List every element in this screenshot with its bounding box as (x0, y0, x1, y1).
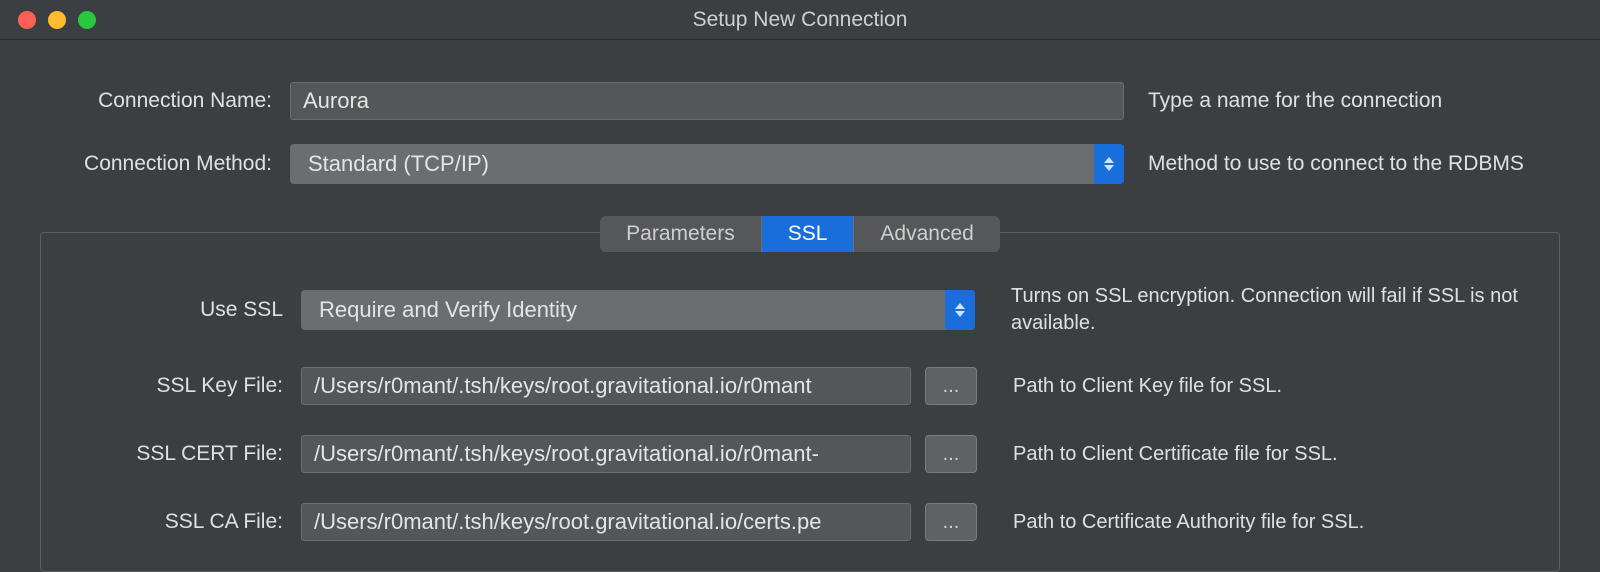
settings-tabs: Parameters SSL Advanced (600, 216, 1000, 252)
connection-method-label: Connection Method: (40, 152, 290, 176)
connection-name-row: Connection Name: Type a name for the con… (40, 82, 1560, 120)
ssl-cert-file-browse-button[interactable]: ... (925, 435, 977, 473)
use-ssl-select[interactable]: Require and Verify Identity (301, 290, 975, 330)
ssl-key-file-label: SSL Key File: (81, 374, 301, 398)
use-ssl-value: Require and Verify Identity (301, 297, 577, 323)
connection-method-hint: Method to use to connect to the RDBMS (1124, 152, 1560, 176)
connection-method-value: Standard (TCP/IP) (290, 151, 489, 177)
use-ssl-row: Use SSL Require and Verify Identity Turn… (81, 283, 1519, 337)
ssl-ca-file-row: SSL CA File: ... Path to Certificate Aut… (81, 503, 1519, 541)
connection-name-label: Connection Name: (40, 89, 290, 113)
connection-method-row: Connection Method: Standard (TCP/IP) Met… (40, 144, 1560, 184)
select-updown-icon (945, 290, 975, 330)
minimize-window-button[interactable] (48, 11, 66, 29)
ssl-ca-file-label: SSL CA File: (81, 510, 301, 534)
close-window-button[interactable] (18, 11, 36, 29)
use-ssl-label: Use SSL (81, 298, 301, 322)
ssl-ca-file-browse-button[interactable]: ... (925, 503, 977, 541)
ssl-cert-file-hint: Path to Client Certificate file for SSL. (977, 441, 1519, 468)
tab-advanced[interactable]: Advanced (854, 216, 999, 252)
window-title: Setup New Connection (693, 8, 908, 32)
title-bar: Setup New Connection (0, 0, 1600, 40)
ssl-key-file-input[interactable] (301, 367, 911, 405)
connection-method-select[interactable]: Standard (TCP/IP) (290, 144, 1124, 184)
maximize-window-button[interactable] (78, 11, 96, 29)
ssl-cert-file-input[interactable] (301, 435, 911, 473)
ssl-cert-file-label: SSL CERT File: (81, 442, 301, 466)
ssl-group: Use SSL Require and Verify Identity Turn… (40, 232, 1560, 572)
tab-ssl[interactable]: SSL (762, 216, 855, 252)
ssl-key-file-row: SSL Key File: ... Path to Client Key fil… (81, 367, 1519, 405)
ssl-cert-file-row: SSL CERT File: ... Path to Client Certif… (81, 435, 1519, 473)
use-ssl-hint: Turns on SSL encryption. Connection will… (975, 283, 1519, 337)
ssl-key-file-browse-button[interactable]: ... (925, 367, 977, 405)
select-updown-icon (1094, 144, 1124, 184)
window-controls (18, 11, 96, 29)
ssl-key-file-hint: Path to Client Key file for SSL. (977, 373, 1519, 400)
connection-name-hint: Type a name for the connection (1124, 89, 1560, 113)
tab-parameters[interactable]: Parameters (600, 216, 762, 252)
ssl-ca-file-input[interactable] (301, 503, 911, 541)
ssl-ca-file-hint: Path to Certificate Authority file for S… (977, 509, 1519, 536)
connection-name-input[interactable] (290, 82, 1124, 120)
